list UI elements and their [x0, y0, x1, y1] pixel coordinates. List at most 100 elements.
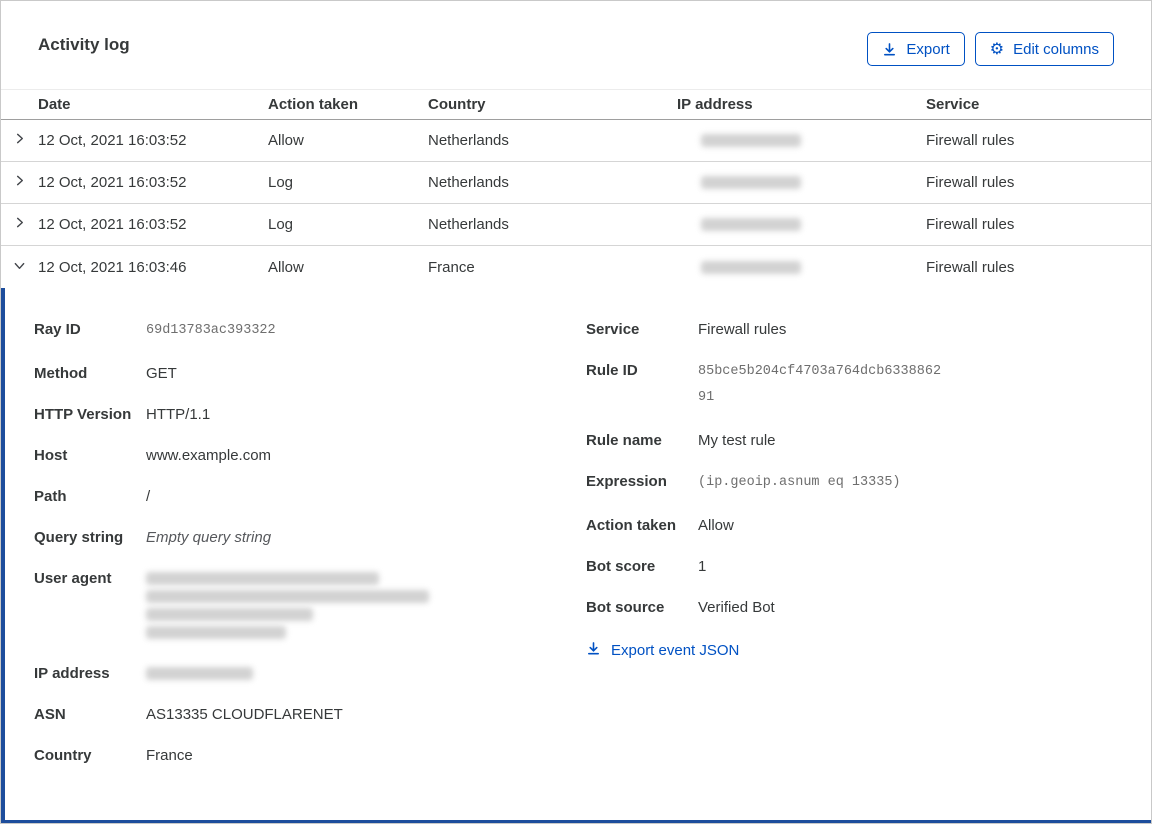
cell-service: Firewall rules	[926, 216, 1015, 233]
detail-value: AS13335 CLOUDFLARENET	[146, 706, 343, 723]
detail-value-redacted	[146, 662, 253, 685]
cell-ip-address-redacted	[677, 176, 926, 189]
detail-label: Bot score	[586, 558, 656, 575]
chevron-right-icon	[13, 132, 26, 149]
detail-label: HTTP Version	[34, 406, 132, 423]
cell-action-taken: Log	[268, 174, 294, 191]
cell-ip-address-redacted	[677, 260, 926, 274]
table-header: Date Action taken Country IP address Ser…	[1, 89, 1151, 120]
table-row[interactable]: 12 Oct, 2021 16:03:52 Allow Netherlands …	[1, 120, 1151, 162]
detail-value: Firewall rules	[698, 321, 787, 338]
detail-label: Rule ID	[586, 362, 638, 379]
export-button-label: Export	[906, 40, 950, 58]
export-button[interactable]: Export	[867, 32, 965, 66]
detail-value: /	[146, 488, 151, 505]
download-icon	[586, 641, 601, 660]
edit-columns-button-label: Edit columns	[1013, 40, 1099, 58]
detail-label: Method	[34, 365, 88, 382]
detail-row-query-string: Query string Empty query string	[34, 526, 553, 549]
detail-value: GET	[146, 365, 177, 382]
detail-value: Empty query string	[146, 529, 272, 546]
detail-row-ray-id: Ray ID 69d13783ac393322	[34, 318, 553, 344]
gear-icon: ⚙	[989, 39, 1005, 58]
detail-value: My test rule	[698, 432, 776, 449]
toolbar: Export ⚙ Edit columns	[867, 32, 1114, 66]
detail-value: Verified Bot	[698, 599, 775, 616]
detail-row-method: Method GET	[34, 362, 553, 385]
chevron-down-icon	[13, 259, 26, 276]
cell-date: 12 Oct, 2021 16:03:52	[38, 216, 187, 233]
column-header-ip-address: IP address	[677, 96, 753, 113]
event-detail-panel: Ray ID 69d13783ac393322 Method GET HTTP …	[1, 288, 1151, 823]
detail-value: 69d13783ac393322	[146, 323, 276, 338]
cell-action-taken: Log	[268, 216, 294, 233]
detail-label: Query string	[34, 529, 124, 546]
column-header-service: Service	[926, 96, 980, 113]
detail-left-column: Ray ID 69d13783ac393322 Method GET HTTP …	[34, 318, 553, 820]
chevron-right-icon	[13, 216, 26, 233]
cell-ip-address-redacted	[677, 218, 926, 231]
detail-label: Bot source	[586, 599, 665, 616]
detail-right-column: Service Firewall rules Rule ID 85bce5b20…	[553, 318, 1151, 820]
detail-row-path: Path /	[34, 485, 553, 508]
detail-value: 85bce5b204cf4703a764dcb633886291	[698, 364, 942, 405]
detail-row-bot-score: Bot score 1	[586, 555, 1151, 578]
detail-label: User agent	[34, 570, 112, 587]
expand-row-button[interactable]	[1, 120, 38, 161]
topbar: Activity log Export ⚙ Edit columns	[1, 1, 1151, 89]
detail-row-host: Host www.example.com	[34, 444, 553, 467]
detail-label: IP address	[34, 665, 110, 682]
detail-label: Action taken	[586, 517, 677, 534]
cell-action-taken: Allow	[268, 132, 304, 149]
column-header-country: Country	[428, 96, 486, 113]
cell-service: Firewall rules	[926, 132, 1015, 149]
detail-value: HTTP/1.1	[146, 406, 211, 423]
detail-row-asn: ASN AS13335 CLOUDFLARENET	[34, 703, 553, 726]
table-row-expanded[interactable]: 12 Oct, 2021 16:03:46 Allow France Firew…	[1, 246, 1151, 288]
detail-label: ASN	[34, 706, 66, 723]
expand-row-button[interactable]	[1, 204, 38, 245]
detail-label: Path	[34, 488, 67, 505]
cell-service: Firewall rules	[926, 258, 1015, 276]
detail-value: Allow	[698, 517, 734, 534]
detail-label: Rule name	[586, 432, 662, 449]
detail-row-service: Service Firewall rules	[586, 318, 1151, 341]
detail-row-ip-address: IP address	[34, 662, 553, 685]
export-event-json-label: Export event JSON	[611, 642, 740, 659]
detail-row-action-taken: Action taken Allow	[586, 514, 1151, 537]
cell-ip-address-redacted	[677, 134, 926, 147]
detail-row-user-agent: User agent	[34, 567, 553, 644]
detail-value: France	[146, 747, 193, 764]
download-icon	[882, 42, 897, 57]
cell-date: 12 Oct, 2021 16:03:52	[38, 132, 187, 149]
detail-value-redacted	[146, 567, 429, 644]
cell-action-taken: Allow	[268, 258, 304, 276]
detail-row-http-version: HTTP Version HTTP/1.1	[34, 403, 553, 426]
table-row[interactable]: 12 Oct, 2021 16:03:52 Log Netherlands Fi…	[1, 204, 1151, 246]
collapse-row-button[interactable]	[1, 246, 38, 288]
detail-label: Expression	[586, 473, 667, 490]
activity-log-panel: Activity log Export ⚙ Edit columns Date …	[0, 0, 1152, 824]
detail-label: Ray ID	[34, 321, 81, 338]
detail-row-country: Country France	[34, 744, 553, 767]
column-header-action-taken: Action taken	[268, 96, 359, 113]
detail-label: Country	[34, 747, 92, 764]
expand-row-button[interactable]	[1, 162, 38, 203]
table-row[interactable]: 12 Oct, 2021 16:03:52 Log Netherlands Fi…	[1, 162, 1151, 204]
detail-label: Host	[34, 447, 68, 464]
detail-value: 1	[698, 558, 707, 575]
edit-columns-button[interactable]: ⚙ Edit columns	[974, 32, 1114, 66]
detail-row-rule-name: Rule name My test rule	[586, 429, 1151, 452]
column-header-date: Date	[38, 96, 71, 113]
cell-country: Netherlands	[428, 216, 509, 233]
cell-date: 12 Oct, 2021 16:03:52	[38, 174, 187, 191]
chevron-right-icon	[13, 174, 26, 191]
detail-value: www.example.com	[146, 447, 272, 464]
export-event-json-link[interactable]: Export event JSON	[586, 641, 739, 660]
detail-row-expression: Expression (ip.geoip.asnum eq 13335)	[586, 470, 1151, 496]
cell-country: Netherlands	[428, 132, 509, 149]
detail-row-bot-source: Bot source Verified Bot	[586, 596, 1151, 619]
detail-value: (ip.geoip.asnum eq 13335)	[698, 475, 901, 490]
detail-row-rule-id: Rule ID 85bce5b204cf4703a764dcb633886291	[586, 359, 1151, 411]
detail-label: Service	[586, 321, 640, 338]
